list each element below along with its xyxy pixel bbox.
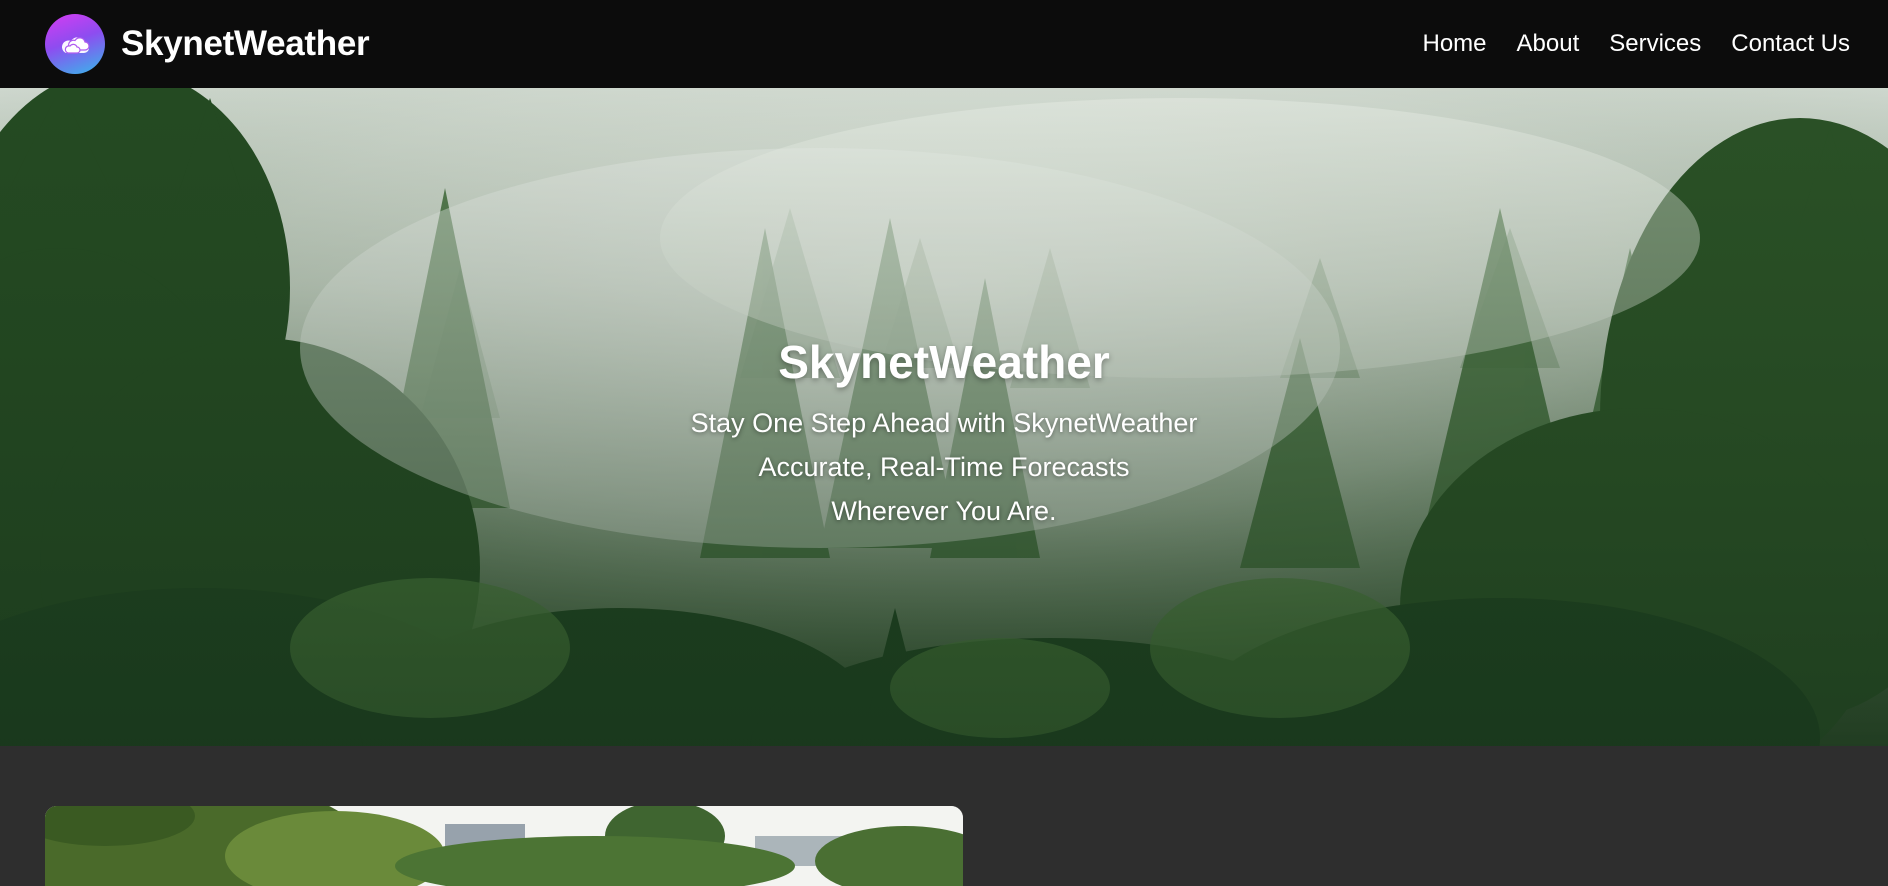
nav-link-home[interactable]: Home: [1423, 30, 1487, 58]
nav-menu: Home About Services Contact Us: [1423, 30, 1851, 58]
brand-name: SkynetWeather: [121, 24, 370, 63]
nav-link-contact-us[interactable]: Contact Us: [1731, 30, 1850, 58]
hero-tagline-line-2: Accurate, Real-Time Forecasts: [758, 452, 1130, 482]
hero-tagline-line-3: Wherever You Are.: [831, 496, 1057, 526]
brand-link[interactable]: SkynetWeather: [45, 14, 370, 74]
hero-section: SkynetWeather Stay One Step Ahead with S…: [0, 88, 1888, 746]
nav-link-about[interactable]: About: [1517, 30, 1580, 58]
hero-title: SkynetWeather: [778, 336, 1110, 388]
hero-tagline-line-1: Stay One Step Ahead with SkynetWeather: [690, 408, 1198, 438]
top-navbar: SkynetWeather Home About Services Contac…: [0, 0, 1888, 88]
cloud-cluster-icon: [45, 14, 105, 74]
hero-content: SkynetWeather Stay One Step Ahead with S…: [0, 88, 1888, 746]
nav-link-services[interactable]: Services: [1609, 30, 1701, 58]
features-section: [0, 746, 1888, 886]
feature-card-image: [45, 806, 963, 886]
